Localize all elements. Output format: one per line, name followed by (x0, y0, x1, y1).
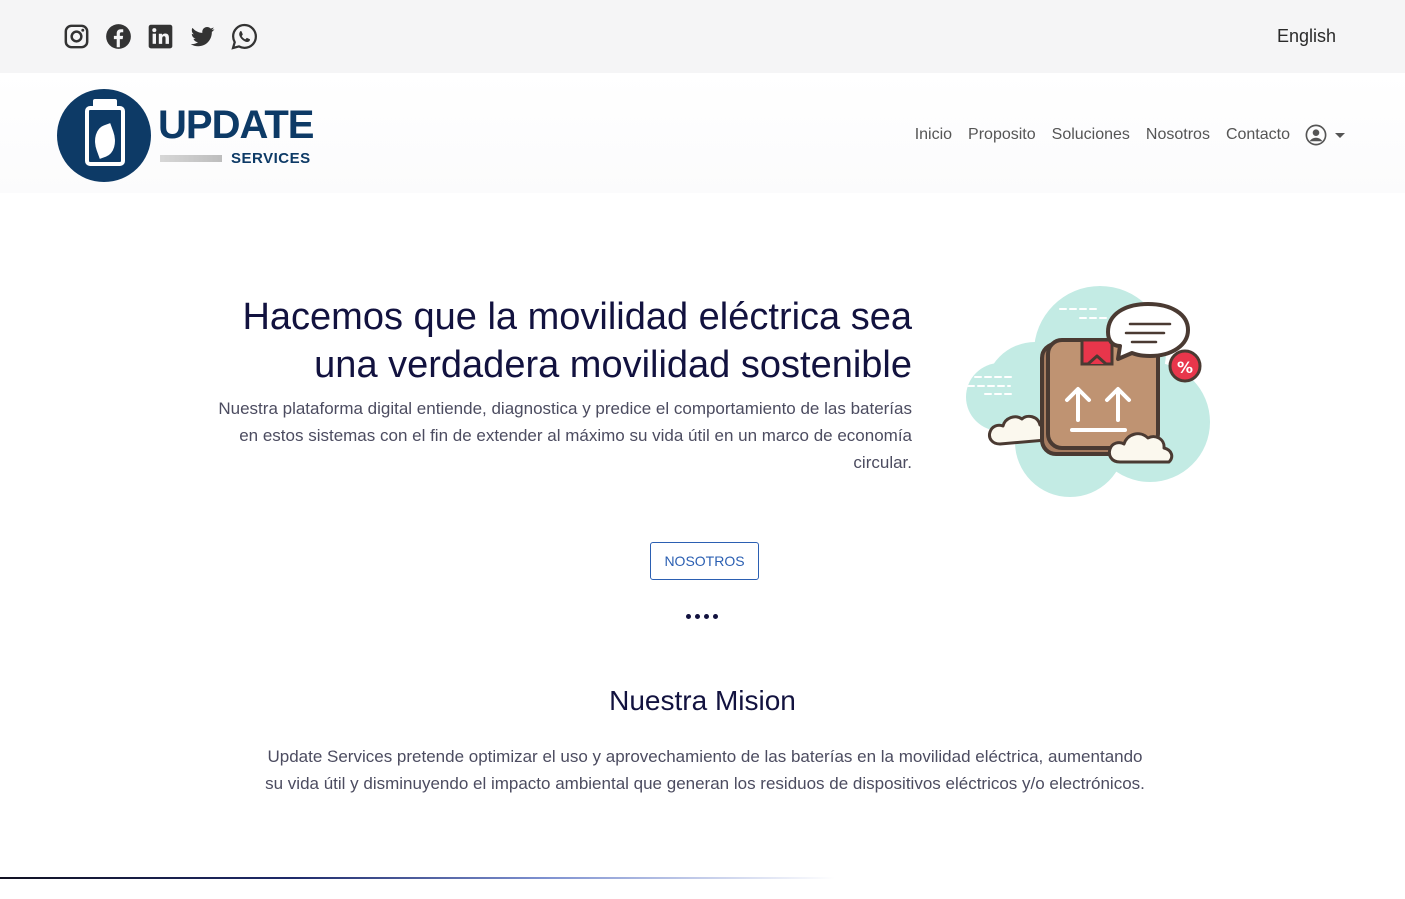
hero-title-line-1: Hacemos que la movilidad eléctrica sea (242, 296, 912, 338)
nav-item-proposito[interactable]: Proposito (968, 125, 1036, 145)
divider-dot (695, 614, 700, 619)
nosotros-button[interactable]: NOSOTROS (650, 542, 759, 580)
mision-title: Nuestra Mision (609, 685, 796, 716)
divider-dot (713, 614, 718, 619)
brand-logo[interactable]: UPDATE SERVICES (57, 89, 314, 183)
logo-wordmark: UPDATE (158, 103, 314, 147)
language-switch[interactable]: English (1277, 26, 1336, 47)
nav-item-soluciones[interactable]: Soluciones (1052, 125, 1130, 145)
nav-item-contacto[interactable]: Contacto (1226, 125, 1290, 145)
whatsapp-icon[interactable] (231, 23, 258, 50)
user-circle-icon (1305, 124, 1327, 146)
facebook-icon[interactable] (105, 23, 132, 50)
twitter-icon[interactable] (189, 23, 216, 50)
hero-title: Hacemos que la movilidad eléctrica sea u… (160, 293, 912, 389)
footer-gradient-line (0, 877, 835, 879)
nav-menu: Inicio Proposito Soluciones Nosotros Con… (899, 124, 1345, 146)
user-menu-dropdown[interactable] (1305, 124, 1345, 146)
section-divider-dots (686, 614, 718, 619)
social-links (63, 23, 258, 50)
hero-description: Nuestra plataforma digital entiende, dia… (218, 399, 912, 472)
divider-dot (686, 614, 691, 619)
logo-underline (160, 155, 222, 162)
nav-item-inicio[interactable]: Inicio (915, 125, 952, 145)
logo-subtitle: SERVICES (231, 150, 311, 167)
hero-title-line-2: una verdadera movilidad sostenible (314, 344, 912, 386)
main-navbar: UPDATE SERVICES Inicio Proposito Solucio… (0, 73, 1405, 193)
mision-text: Update Services pretende optimizar el us… (265, 747, 1145, 793)
package-illustration: % (960, 282, 1216, 500)
linkedin-icon[interactable] (147, 23, 174, 50)
divider-dot (704, 614, 709, 619)
instagram-icon[interactable] (63, 23, 90, 50)
discount-badge-icon: % (1177, 358, 1193, 377)
chevron-down-icon (1335, 132, 1345, 138)
nav-item-nosotros[interactable]: Nosotros (1146, 125, 1210, 145)
top-bar: English (0, 0, 1405, 73)
